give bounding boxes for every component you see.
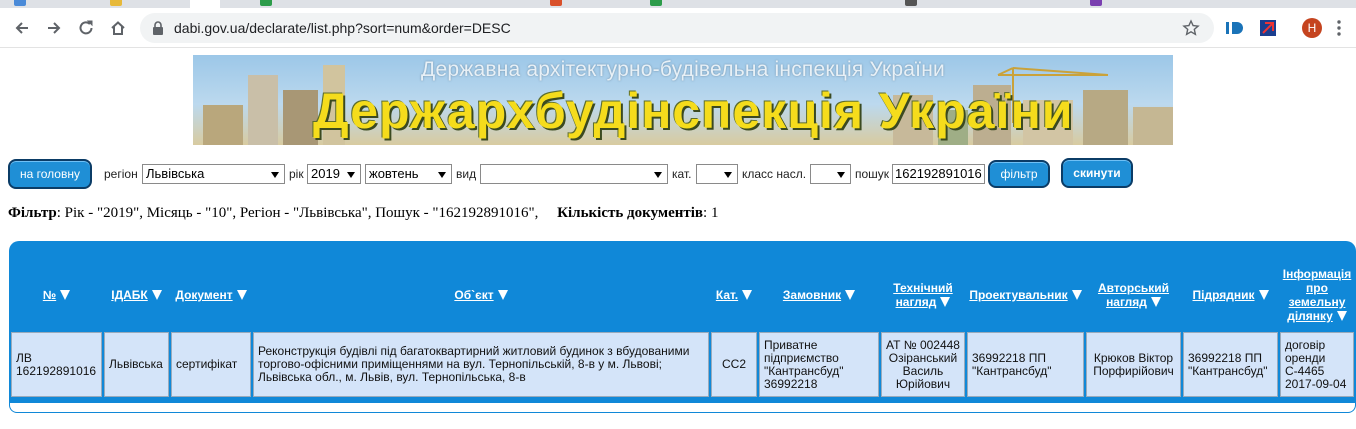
tab-favicon[interactable] <box>650 0 662 6</box>
active-tab[interactable] <box>190 0 220 8</box>
region-select[interactable]: Львівська <box>142 164 285 184</box>
col-header-author-supervision[interactable]: Авторський нагляд <box>1086 260 1181 330</box>
search-label: пошук <box>855 167 890 181</box>
month-select[interactable]: жовтень <box>365 164 452 184</box>
tab-favicon[interactable] <box>110 0 122 6</box>
cell-land-info: договір оренди С-4465 2017-09-04 <box>1280 332 1354 397</box>
browser-menu-button[interactable] <box>1332 17 1346 39</box>
reset-button[interactable]: скинути <box>1061 158 1133 188</box>
col-header-category[interactable]: Кат. <box>711 260 757 330</box>
search-input[interactable]: 162192891016 <box>892 164 985 184</box>
tab-favicon[interactable] <box>905 0 917 6</box>
lock-icon <box>152 21 164 40</box>
banner-subtitle: Державна архітектурно-будівельна інспекц… <box>421 58 945 81</box>
arrow-left-icon <box>15 22 28 34</box>
cell-num: ЛВ 162192891016 <box>11 332 102 397</box>
sort-triangle-icon[interactable] <box>497 290 508 300</box>
sort-triangle-icon[interactable] <box>845 290 856 300</box>
cell-idabk: Львівська <box>104 332 169 397</box>
cell-tech-supervision: АТ № 002448 Озіранський Василь Юрійович <box>881 332 965 397</box>
kebab-menu-icon <box>1337 20 1341 36</box>
col-header-tech-supervision[interactable]: Технічний нагляд <box>881 260 965 330</box>
back-button[interactable] <box>10 16 34 40</box>
reload-icon <box>79 20 93 35</box>
profile-initial: Н <box>1302 18 1322 38</box>
tab-favicon[interactable] <box>260 0 272 6</box>
year-label: рік <box>289 167 304 181</box>
sort-triangle-icon[interactable] <box>1150 297 1161 307</box>
type-select[interactable] <box>480 164 668 184</box>
home-page-button[interactable]: на головну <box>8 159 92 189</box>
tab-favicon[interactable] <box>14 0 26 6</box>
table-header-row: № ІДАБК Документ Об`єкт Кат. Замовник Те… <box>11 260 1354 330</box>
cell-object: Реконструкція будівлі під багатоквартирн… <box>253 332 709 397</box>
cell-author-supervision: Крюков Віктор Порфирійович <box>1086 332 1181 397</box>
cell-designer: 36992218 ПП "Кантрансбуд" <box>967 332 1084 397</box>
bookmark-star-icon[interactable] <box>1182 19 1200 42</box>
region-label: регіон <box>104 167 138 181</box>
profile-avatar[interactable]: Н <box>1301 17 1323 39</box>
cell-document: сертифікат <box>171 332 251 397</box>
table-footer <box>9 403 1356 413</box>
browser-toolbar: dabi.gov.ua/declarate/list.php?sort=num&… <box>0 8 1356 48</box>
home-button[interactable] <box>106 16 130 40</box>
col-header-idabk[interactable]: ІДАБК <box>104 260 169 330</box>
forward-button[interactable] <box>42 16 66 40</box>
url-text[interactable]: dabi.gov.ua/declarate/list.php?sort=num&… <box>174 13 511 43</box>
cell-contractor: 36992218 ПП "Кантрансбуд" <box>1183 332 1278 397</box>
class-label: класс насл. <box>742 167 807 181</box>
table-row: ЛВ 162192891016 Львівська сертифікат Рек… <box>11 332 1354 397</box>
col-header-contractor[interactable]: Підрядник <box>1183 260 1278 330</box>
col-header-document[interactable]: Документ <box>171 260 251 330</box>
col-header-num[interactable]: № <box>11 260 102 330</box>
sort-triangle-icon[interactable] <box>1071 290 1082 300</box>
col-header-customer[interactable]: Замовник <box>759 260 879 330</box>
reload-button[interactable] <box>74 16 98 40</box>
sort-triangle-icon[interactable] <box>236 290 247 300</box>
cell-category: СС2 <box>711 332 757 397</box>
col-header-designer[interactable]: Проектувальник <box>967 260 1084 330</box>
extension-id-icon[interactable] <box>1224 17 1246 39</box>
category-select[interactable] <box>696 164 738 184</box>
filter-summary-label: Фільтр <box>8 205 57 221</box>
site-banner: Державна архітектурно-будівельна інспекц… <box>193 55 1173 145</box>
filter-button[interactable]: фільтр <box>988 160 1050 188</box>
cell-customer: Приватне підприємство "Кантрансбуд" 3699… <box>759 332 879 397</box>
type-label: вид <box>456 167 477 181</box>
class-select[interactable] <box>810 164 851 184</box>
home-icon <box>111 21 125 35</box>
sort-triangle-icon[interactable] <box>60 290 71 300</box>
filter-summary: Фільтр: Рік - "2019", Місяць - "10", Рег… <box>8 205 718 222</box>
browser-tab-strip <box>0 0 1356 8</box>
sort-triangle-icon[interactable] <box>1336 311 1347 321</box>
tab-favicon[interactable] <box>550 0 562 6</box>
sort-triangle-icon[interactable] <box>151 290 162 300</box>
sort-triangle-icon[interactable] <box>940 297 951 307</box>
sort-triangle-icon[interactable] <box>1258 290 1269 300</box>
col-header-land-info[interactable]: Інформація про земельну ділянку <box>1280 260 1354 330</box>
category-label: кат. <box>672 167 692 181</box>
results-table: № ІДАБК Документ Об`єкт Кат. Замовник Те… <box>9 258 1356 399</box>
banner-title: Держархбудінспекція України <box>313 83 1074 139</box>
arrow-right-icon <box>48 22 61 34</box>
tab-favicon[interactable] <box>1090 0 1102 6</box>
document-count-value: : 1 <box>703 205 719 221</box>
year-select[interactable]: 2019 <box>307 164 361 184</box>
extension-shield-icon[interactable] <box>1258 17 1278 39</box>
address-bar[interactable]: dabi.gov.ua/declarate/list.php?sort=num&… <box>140 13 1214 43</box>
results-table-container: № ІДАБК Документ Об`єкт Кат. Замовник Те… <box>9 241 1356 413</box>
filter-summary-text: : Рік - "2019", Місяць - "10", Регіон - … <box>56 205 539 221</box>
document-count-label: Кількість документів <box>557 205 704 221</box>
sort-triangle-icon[interactable] <box>742 290 753 300</box>
col-header-object[interactable]: Об`єкт <box>253 260 709 330</box>
